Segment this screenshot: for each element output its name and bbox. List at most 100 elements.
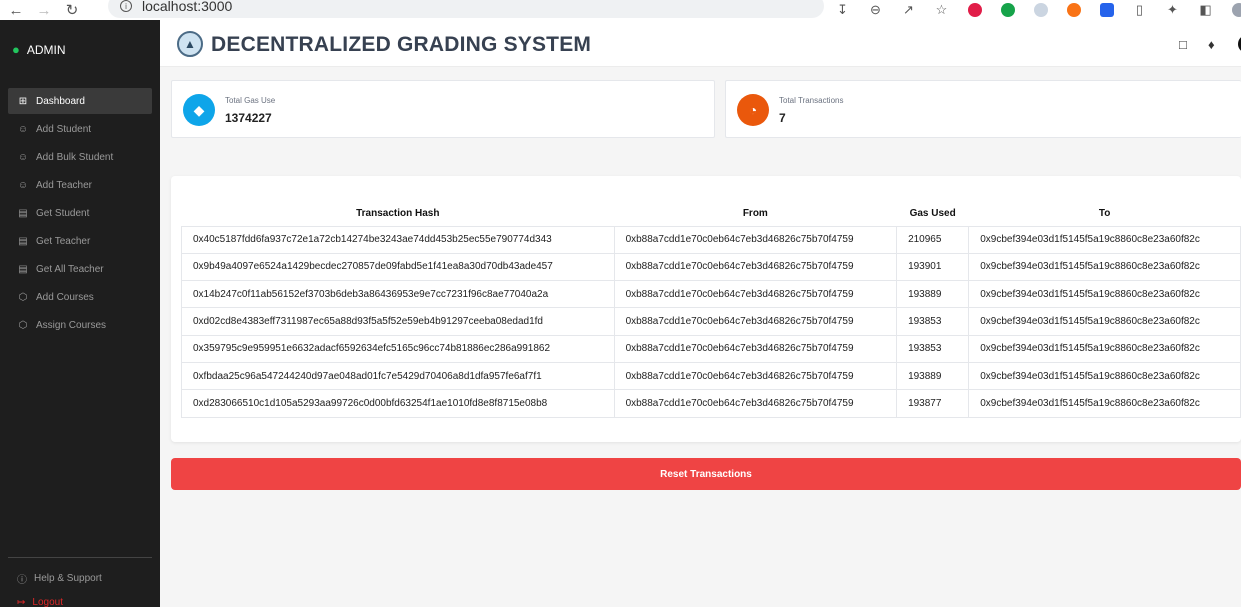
graduation-cap-logo-icon: ▲ xyxy=(177,31,203,57)
table-row: 0xd283066510c1d105a5293aa99726c0d00bfd63… xyxy=(181,389,1241,418)
transaction-hash-cell: 0xfbdaa25c96a547244240d97ae048ad01fc7e54… xyxy=(181,361,615,391)
bookmark-star-icon[interactable]: ☆ xyxy=(925,0,958,20)
document-icon: ▤ xyxy=(18,263,28,275)
sidebar-item-label: Get Teacher xyxy=(36,235,91,247)
to-address-cell: 0x9cbef394e03d1f5145f5a19c8860c8e23a60f8… xyxy=(968,252,1241,282)
total-transactions-label: Total Transactions xyxy=(779,96,844,105)
sidebar-item-add-teacher[interactable]: ☺ Add Teacher xyxy=(8,172,152,198)
from-address-cell: 0xb88a7cdd1e70c0eb64c7eb3d46826c75b70f47… xyxy=(613,252,898,282)
back-arrow-icon[interactable]: ← xyxy=(2,0,30,20)
puzzle-extensions-icon[interactable]: ✦ xyxy=(1156,0,1189,20)
reset-transactions-button[interactable]: Reset Transactions xyxy=(171,458,1241,490)
transaction-hash-cell: 0x9b49a4097e6524a1429becdec270857de09fab… xyxy=(181,252,615,282)
gas-used-cell: 193889 xyxy=(896,280,970,309)
user-group-icon: ☺ xyxy=(17,123,29,135)
sidebar-item-add-student[interactable]: ☺ Add Student xyxy=(8,116,152,142)
metamask-fox-icon[interactable] xyxy=(1057,0,1090,20)
zoom-icon[interactable]: ⊖ xyxy=(859,0,892,20)
transaction-hash-cell: 0x359795c9e959951e6632adacf6592634efc516… xyxy=(181,334,615,363)
gas-used-cell: 193889 xyxy=(896,361,970,391)
url-text: localhost:3000 xyxy=(142,0,233,14)
reload-icon[interactable]: ↻ xyxy=(58,0,86,20)
to-address-cell: 0x9cbef394e03d1f5145f5a19c8860c8e23a60f8… xyxy=(968,361,1241,391)
user-group-icon: ☺ xyxy=(17,151,29,163)
translate-icon[interactable] xyxy=(1090,0,1123,20)
browser-toolbar: ← → ↻ i localhost:3000 ↧ ⊖ ↗ ☆ ▯ ✦ ◧ xyxy=(0,0,1241,20)
sidebar-item-label: Add Teacher xyxy=(36,179,92,191)
admin-label: ADMIN xyxy=(26,42,66,57)
sidebar-item-get-teacher[interactable]: ▤ Get Teacher xyxy=(8,228,152,254)
sidebar-item-label: Add Bulk Student xyxy=(36,151,114,163)
logout-icon: ↦ xyxy=(17,597,26,607)
document-icon: ▤ xyxy=(18,235,28,247)
side-panel-icon[interactable]: ◧ xyxy=(1189,0,1222,20)
help-label: Help & Support xyxy=(34,573,102,584)
from-address-cell: 0xb88a7cdd1e70c0eb64c7eb3d46826c75b70f47… xyxy=(613,361,898,391)
shield-extension-icon[interactable] xyxy=(1024,0,1057,20)
logout-link[interactable]: ↦ Logout xyxy=(17,597,63,607)
table-row: 0x14b247c0f11ab56152ef3703b6deb3a8643695… xyxy=(181,280,1241,309)
address-bar[interactable]: i localhost:3000 xyxy=(108,0,824,18)
help-support-link[interactable]: ⓘ Help & Support xyxy=(17,571,102,586)
sidebar-item-get-all-teacher[interactable]: ▤ Get All Teacher xyxy=(8,256,152,282)
gas-used-cell: 210965 xyxy=(896,225,970,254)
sidebar-item-label: Add Courses xyxy=(36,291,94,303)
column-header-transaction-hash: Transaction Hash xyxy=(356,208,440,220)
from-address-cell: 0xb88a7cdd1e70c0eb64c7eb3d46826c75b70f47… xyxy=(613,225,898,254)
logout-label: Logout xyxy=(32,597,63,607)
document-icon: ▤ xyxy=(18,207,28,219)
sidebar-item-get-student[interactable]: ▤ Get Student xyxy=(8,200,152,226)
top-header: ▲ DECENTRALIZED GRADING SYSTEM □ ♦ xyxy=(160,20,1241,67)
transaction-hash-cell: 0xd02cd8e4383eff7311987ec65a88d93f5a5f52… xyxy=(181,307,615,336)
sidebar-item-assign-courses[interactable]: ⬡ Assign Courses xyxy=(8,312,152,338)
profile-icon[interactable] xyxy=(1222,0,1241,20)
bell-icon[interactable]: ♦ xyxy=(1208,37,1215,52)
transaction-hash-cell: 0x40c5187fdd6fa937c72e1a72cb14274be3243a… xyxy=(181,225,615,254)
phone-extension-icon[interactable]: ▯ xyxy=(1123,0,1156,20)
gas-used-cell: 193853 xyxy=(896,307,970,336)
opera-extension-icon[interactable] xyxy=(958,0,991,20)
forward-arrow-icon[interactable]: → xyxy=(30,0,58,20)
gas-used-cell: 193901 xyxy=(896,252,970,282)
column-header-gas-used: Gas Used xyxy=(909,208,956,220)
from-address-cell: 0xb88a7cdd1e70c0eb64c7eb3d46826c75b70f47… xyxy=(613,389,898,418)
grid-icon: ⊞ xyxy=(18,95,28,107)
to-address-cell: 0x9cbef394e03d1f5145f5a19c8860c8e23a60f8… xyxy=(968,225,1241,254)
gas-used-cell: 193877 xyxy=(896,389,970,418)
extension-globe-icon[interactable] xyxy=(991,0,1024,20)
message-icon[interactable]: □ xyxy=(1179,37,1187,52)
help-circle-icon: ⓘ xyxy=(17,575,27,586)
table-row: 0x9b49a4097e6524a1429becdec270857de09fab… xyxy=(181,252,1241,282)
transactions-table: Transaction Hash From Gas Used To 0x40c5… xyxy=(181,202,1241,418)
share-icon[interactable]: ↗ xyxy=(892,0,925,20)
pie-chart-icon: ◔ xyxy=(737,94,769,126)
cube-icon: ⬡ xyxy=(18,291,28,303)
table-header-row: Transaction Hash From Gas Used To xyxy=(182,202,1241,226)
sidebar-item-dashboard[interactable]: ⊞ Dashboard xyxy=(8,88,152,114)
total-transactions-value: 7 xyxy=(779,111,786,125)
table-row: 0x40c5187fdd6fa937c72e1a72cb14274be3243a… xyxy=(181,225,1241,254)
sidebar-menu: ⊞ Dashboard ☺ Add Student ☺ Add Bulk Stu… xyxy=(8,88,152,340)
sidebar-item-label: Assign Courses xyxy=(36,319,107,331)
table-row: 0x359795c9e959951e6632adacf6592634efc516… xyxy=(181,334,1241,363)
site-info-icon[interactable]: i xyxy=(120,0,132,12)
total-gas-value: 1374227 xyxy=(225,111,272,125)
to-address-cell: 0x9cbef394e03d1f5145f5a19c8860c8e23a60f8… xyxy=(968,280,1241,309)
sidebar-item-label: Dashboard xyxy=(36,95,85,107)
sidebar-item-add-courses[interactable]: ⬡ Add Courses xyxy=(8,284,152,310)
total-gas-label: Total Gas Use xyxy=(225,96,276,105)
download-icon[interactable]: ↧ xyxy=(826,0,859,20)
to-address-cell: 0x9cbef394e03d1f5145f5a19c8860c8e23a60f8… xyxy=(968,307,1241,336)
user-group-icon: ☺ xyxy=(17,179,29,191)
to-address-cell: 0x9cbef394e03d1f5145f5a19c8860c8e23a60f8… xyxy=(968,389,1241,418)
table-row: 0xfbdaa25c96a547244240d97ae048ad01fc7e54… xyxy=(181,361,1241,391)
sidebar-item-label: Get All Teacher xyxy=(36,263,104,275)
transactions-panel: Transaction Hash From Gas Used To 0x40c5… xyxy=(171,176,1241,442)
to-address-cell: 0x9cbef394e03d1f5145f5a19c8860c8e23a60f8… xyxy=(968,334,1241,363)
from-address-cell: 0xb88a7cdd1e70c0eb64c7eb3d46826c75b70f47… xyxy=(613,307,898,336)
column-header-from: From xyxy=(742,208,768,220)
user-icon: ● xyxy=(12,42,20,57)
sidebar-divider xyxy=(8,557,152,558)
transaction-hash-cell: 0x14b247c0f11ab56152ef3703b6deb3a8643695… xyxy=(181,280,615,309)
sidebar-item-add-bulk-student[interactable]: ☺ Add Bulk Student xyxy=(8,144,152,170)
